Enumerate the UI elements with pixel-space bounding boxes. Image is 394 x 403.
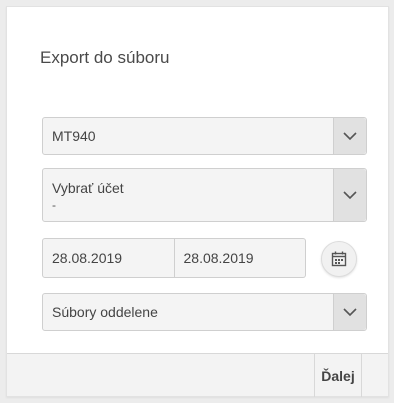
dialog-title: Export do súboru <box>40 48 170 67</box>
export-dialog: Export do súboru MT940 Vybrať účet - 28.… <box>6 6 389 397</box>
date-from-field[interactable]: 28.08.2019 <box>42 238 175 278</box>
chevron-down-icon[interactable] <box>333 294 366 330</box>
account-select-label: Vybrať účet <box>52 179 124 196</box>
files-select-value: Súbory oddelene <box>52 304 158 320</box>
account-select-value: - <box>52 197 56 212</box>
date-range: 28.08.2019 28.08.2019 <box>42 238 306 278</box>
date-to-field[interactable]: 28.08.2019 <box>174 238 306 278</box>
format-select-value: MT940 <box>52 128 96 144</box>
chevron-down-icon[interactable] <box>333 169 366 221</box>
files-select[interactable]: Súbory oddelene <box>42 293 367 331</box>
dialog-footer: Ďalej <box>7 353 388 397</box>
format-select[interactable]: MT940 <box>42 117 367 155</box>
chevron-down-icon[interactable] <box>333 118 366 154</box>
next-button[interactable]: Ďalej <box>314 354 362 397</box>
account-select[interactable]: Vybrať účet - <box>42 168 367 222</box>
calendar-icon[interactable] <box>321 241 357 277</box>
